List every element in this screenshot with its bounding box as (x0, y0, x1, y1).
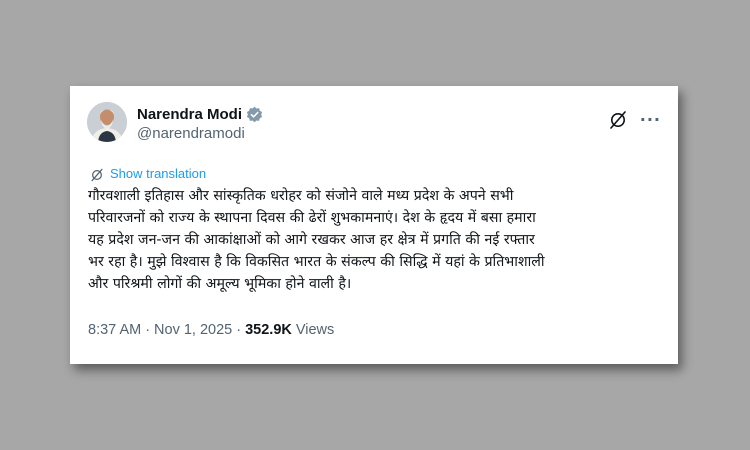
author-handle[interactable]: @narendramodi (137, 125, 263, 142)
post-card: Narendra Modi @narendramodi ··· Show tra… (70, 86, 678, 364)
avatar-image (87, 102, 127, 142)
author-display-name[interactable]: Narendra Modi (137, 106, 242, 123)
avatar[interactable] (87, 102, 127, 142)
post-time[interactable]: 8:37 AM (88, 322, 141, 338)
post-text: गौरवशाली इतिहास और सांस्कृतिक धरोहर को स… (88, 188, 545, 292)
post-top-actions: ··· (608, 110, 661, 130)
views-count[interactable]: 352.9K (245, 322, 292, 338)
post-date[interactable]: Nov 1, 2025 (154, 322, 232, 338)
author-info: Narendra Modi @narendramodi (137, 104, 263, 142)
views-label[interactable]: Views (296, 322, 334, 338)
meta-separator: · (145, 322, 151, 338)
verified-badge-icon[interactable] (246, 106, 263, 123)
grok-translate-icon (90, 167, 104, 181)
post-header: Narendra Modi @narendramodi ··· (87, 102, 661, 146)
show-translation-label[interactable]: Show translation (110, 166, 206, 181)
meta-separator: · (236, 322, 242, 338)
more-options-icon[interactable]: ··· (640, 112, 661, 128)
show-translation-link[interactable]: Show translation (90, 166, 206, 181)
grok-icon[interactable] (608, 110, 628, 130)
post-meta: 8:37 AM · Nov 1, 2025 · 352.9K Views (88, 322, 334, 338)
